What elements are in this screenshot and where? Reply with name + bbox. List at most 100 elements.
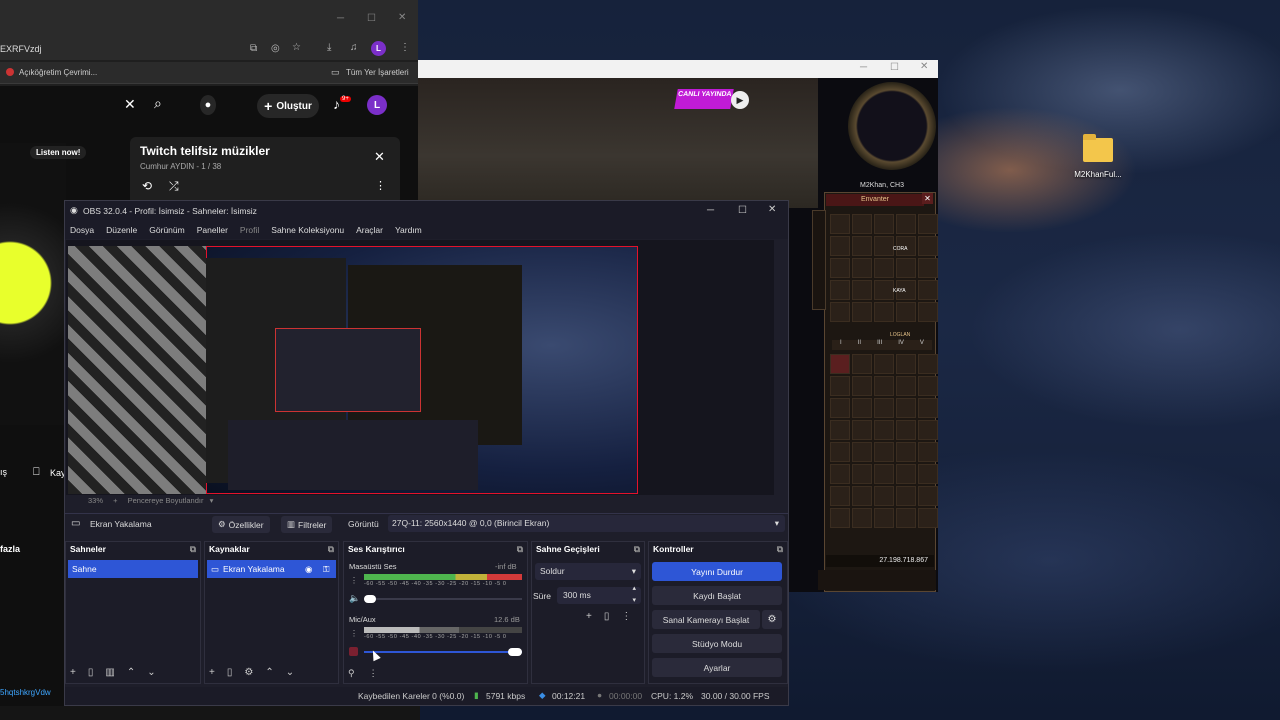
game-minimize-icon[interactable]: ─: [860, 62, 867, 73]
playlist-menu-icon[interactable]: ⋮: [375, 179, 386, 192]
add-icon[interactable]: +: [70, 667, 76, 678]
download-icon[interactable]: ⤓: [327, 42, 331, 53]
filter-icon[interactable]: ▥: [105, 667, 114, 678]
spinner-icon[interactable]: ▴ ▾: [632, 583, 636, 607]
eye-off-icon[interactable]: ◎: [271, 43, 280, 54]
undock-icon[interactable]: ⧉: [190, 544, 196, 554]
tab-1[interactable]: I: [840, 340, 842, 350]
youtube-avatar[interactable]: L: [367, 95, 387, 115]
obs-close-icon[interactable]: ✕: [768, 204, 776, 215]
create-button[interactable]: + Oluştur: [257, 94, 319, 118]
menu-docks[interactable]: Paneller: [197, 225, 228, 235]
quickslot-bar[interactable]: [818, 570, 936, 590]
arrow-down-icon[interactable]: ⌄: [147, 667, 155, 678]
tab-2[interactable]: II: [858, 340, 861, 350]
star-icon[interactable]: ☆: [292, 42, 301, 53]
desktop-volume-slider[interactable]: [364, 598, 522, 600]
search-icon[interactable]: ⌕: [154, 95, 162, 112]
all-bookmarks-link[interactable]: Tüm Yer İşaretleri: [346, 68, 409, 77]
media-icon[interactable]: ♫: [350, 42, 358, 53]
description-link[interactable]: 5hqtshkrgVdw: [0, 688, 51, 697]
arrow-up-icon[interactable]: ⌃: [265, 667, 273, 678]
menu-file[interactable]: Dosya: [70, 225, 94, 235]
cast-icon[interactable]: ⧉: [250, 43, 257, 54]
options-icon[interactable]: ⋮: [621, 611, 631, 622]
clear-search-icon[interactable]: ✕: [124, 96, 136, 113]
arrow-down-icon[interactable]: ⌄: [286, 667, 294, 678]
menu-tools[interactable]: Araçlar: [356, 225, 383, 235]
tab-4[interactable]: IV: [898, 340, 904, 350]
folder-icon[interactable]: [1083, 134, 1113, 162]
equipment-grid[interactable]: [830, 214, 938, 322]
listen-now-badge[interactable]: Listen now!: [30, 146, 87, 159]
link-icon[interactable]: ⚲: [348, 668, 355, 679]
play-icon[interactable]: ▶: [731, 91, 749, 109]
menu-view[interactable]: Görünüm: [149, 225, 184, 235]
lock-icon[interactable]: ⚿: [323, 560, 329, 578]
inventory-page-tabs[interactable]: I II III IV V: [832, 340, 932, 350]
shuffle-icon[interactable]: ⤮: [169, 179, 179, 194]
mic-volume-slider[interactable]: [364, 651, 522, 653]
address-text[interactable]: EXRFVzdj: [0, 44, 42, 54]
mixer-options-icon[interactable]: ⋮: [369, 668, 378, 679]
game-close-icon[interactable]: ✕: [920, 61, 928, 72]
visibility-icon[interactable]: ◉: [305, 560, 312, 578]
save-icon[interactable]: ⎕: [33, 466, 40, 479]
inventory-close-icon[interactable]: ✕: [922, 193, 933, 204]
trash-icon[interactable]: ▯: [604, 611, 610, 622]
mixer-menu-icon[interactable]: ⋮: [350, 576, 358, 585]
minimize-icon[interactable]: ─: [337, 13, 344, 24]
properties-button[interactable]: ⚙ Özellikler: [212, 516, 270, 533]
transition-select[interactable]: Soldur ▾: [535, 563, 641, 580]
inventory-grid[interactable]: [830, 354, 938, 528]
scene-item[interactable]: Sahne: [68, 560, 198, 578]
profile-avatar[interactable]: L: [371, 41, 386, 56]
obs-maximize-icon[interactable]: ☐: [738, 205, 747, 216]
obs-minimize-icon[interactable]: ─: [707, 205, 714, 216]
zoom-in-icon[interactable]: +: [113, 496, 117, 505]
display-select[interactable]: 27Q-11: 2560x1440 @ 0,0 (Birincil Ekran)…: [388, 515, 785, 532]
game-scene[interactable]: [418, 78, 818, 208]
minimap[interactable]: [848, 82, 936, 170]
undock-icon[interactable]: ⧉: [517, 544, 523, 554]
add-icon[interactable]: +: [209, 667, 215, 678]
arrow-up-icon[interactable]: ⌃: [127, 667, 135, 678]
add-icon[interactable]: +: [586, 611, 592, 622]
bell-icon[interactable]: ♪: [333, 96, 340, 112]
maximize-icon[interactable]: ☐: [367, 13, 376, 24]
equipment-tabs[interactable]: [812, 210, 826, 310]
video-thumbnail[interactable]: [0, 143, 66, 425]
undock-icon[interactable]: ⧉: [777, 544, 783, 554]
undock-icon[interactable]: ⧉: [634, 544, 640, 554]
undock-icon[interactable]: ⧉: [328, 544, 334, 554]
mic-menu-icon[interactable]: ⋮: [350, 629, 358, 638]
filters-button[interactable]: ▥ Filtreler: [281, 516, 333, 533]
trash-icon[interactable]: ▯: [227, 667, 233, 678]
loop-icon[interactable]: ⟲: [142, 179, 152, 193]
virtual-camera-settings-icon[interactable]: ⚙: [762, 610, 782, 629]
studio-mode-button[interactable]: Stüdyo Modu: [652, 634, 782, 653]
close-icon[interactable]: ✕: [398, 12, 406, 23]
game-maximize-icon[interactable]: ☐: [890, 62, 899, 73]
settings-button[interactable]: Ayarlar: [652, 658, 782, 677]
playlist-close-icon[interactable]: ✕: [374, 149, 385, 165]
source-item[interactable]: ▭ Ekran Yakalama ◉ ⚿: [207, 560, 336, 578]
mic-volume-handle[interactable]: [508, 648, 522, 656]
menu-scene-collection[interactable]: Sahne Koleksiyonu: [271, 225, 344, 235]
preview-zoom[interactable]: 33% + Pencereye Boyutlandır ▾: [88, 496, 213, 505]
kebab-menu-icon[interactable]: ⋮: [400, 42, 410, 53]
duration-input[interactable]: 300 ms ▴ ▾: [557, 585, 641, 604]
microphone-icon[interactable]: ●: [200, 95, 216, 115]
tab-5[interactable]: V: [920, 340, 924, 350]
start-record-button[interactable]: Kaydı Başlat: [652, 586, 782, 605]
stop-stream-button[interactable]: Yayını Durdur: [652, 562, 782, 581]
menu-edit[interactable]: Düzenle: [106, 225, 137, 235]
bookmark-item[interactable]: Açıköğretim Çevrimi...: [19, 68, 97, 77]
zoom-mode[interactable]: Pencereye Boyutlandır: [128, 496, 204, 505]
gear-icon[interactable]: ⚙: [244, 667, 253, 678]
menu-help[interactable]: Yardım: [395, 225, 422, 235]
trash-icon[interactable]: ▯: [88, 667, 94, 678]
zoom-dropdown-icon[interactable]: ▾: [210, 496, 214, 505]
speaker-icon[interactable]: 🔈: [349, 593, 360, 604]
mic-muted-icon[interactable]: [349, 647, 358, 656]
